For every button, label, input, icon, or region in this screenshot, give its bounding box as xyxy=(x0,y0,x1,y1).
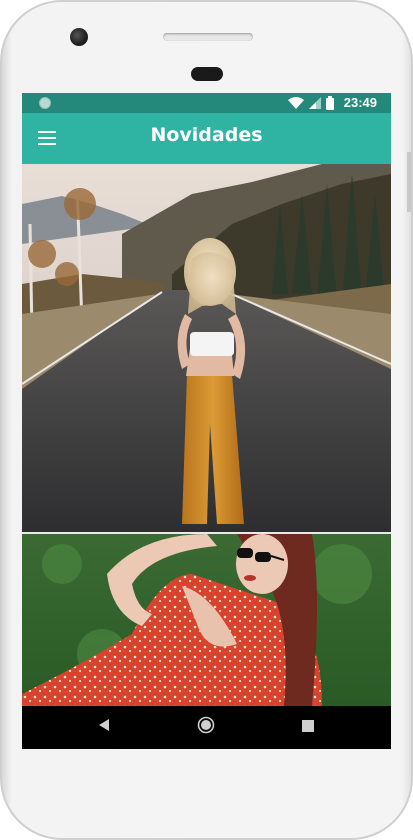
wifi-icon xyxy=(288,97,304,109)
android-nav-bar xyxy=(22,706,391,749)
battery-icon xyxy=(326,96,334,110)
photo-feed[interactable] xyxy=(22,164,391,706)
status-icons xyxy=(288,96,334,110)
page-title: Novidades xyxy=(150,124,263,146)
phone-screen: 23:49 Novidades xyxy=(22,93,391,749)
phone-frame: 23:49 Novidades xyxy=(0,0,413,840)
signal-icon xyxy=(309,97,321,109)
power-button xyxy=(407,152,411,212)
proximity-sensor xyxy=(191,67,223,81)
notification-dot-icon xyxy=(39,97,51,109)
front-camera xyxy=(70,28,88,46)
app-bar: Novidades xyxy=(22,113,391,164)
feed-image-road[interactable] xyxy=(22,164,391,532)
recents-icon[interactable] xyxy=(302,720,314,732)
status-time: 23:49 xyxy=(343,95,377,110)
home-icon[interactable] xyxy=(197,716,215,734)
back-icon[interactable] xyxy=(98,718,110,732)
feed-image-red-dress[interactable] xyxy=(22,534,391,706)
earpiece-speaker xyxy=(163,33,253,41)
status-bar: 23:49 xyxy=(22,93,391,113)
